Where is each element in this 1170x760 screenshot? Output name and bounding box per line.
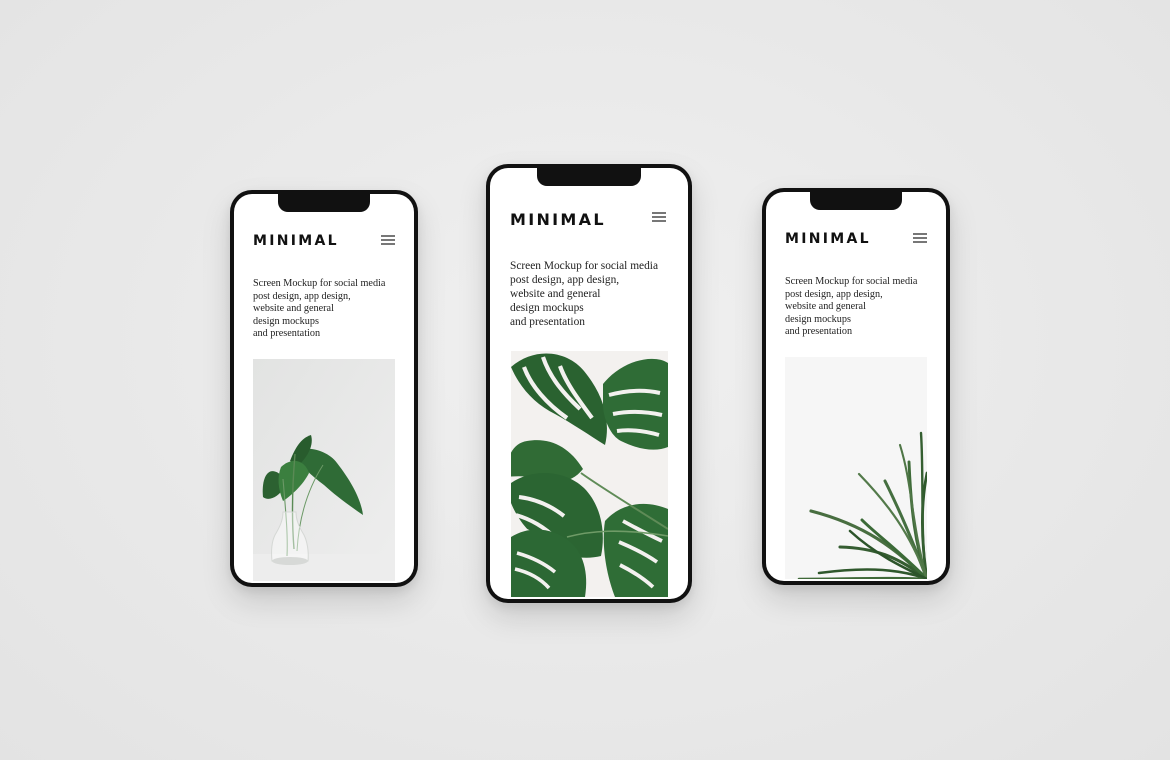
vase-plant-image xyxy=(253,359,395,581)
mockup-stage: MINIMAL Screen Mockup for social media p… xyxy=(0,0,1170,760)
promo-copy: Screen Mockup for social media post desi… xyxy=(785,276,917,339)
brand-logo[interactable]: MINIMAL xyxy=(253,233,339,249)
phone-center-notch xyxy=(537,168,641,186)
copy-line-2: post design, app design, xyxy=(785,288,883,300)
phone-left: MINIMAL Screen Mockup for social media p… xyxy=(230,190,418,587)
copy-line-1: Screen Mockup for social media xyxy=(510,260,659,272)
copy-line-5: and presentation xyxy=(510,316,585,329)
copy-line-4: design mockups xyxy=(785,313,851,325)
promo-copy: Screen Mockup for social media post desi… xyxy=(253,278,385,341)
phone-left-screen: MINIMAL Screen Mockup for social media p… xyxy=(234,194,414,583)
copy-line-1: Screen Mockup for social media xyxy=(253,278,386,289)
phone-right: MINIMAL Screen Mockup for social media p… xyxy=(762,188,950,585)
copy-line-1: Screen Mockup for social media xyxy=(785,276,918,287)
promo-copy: Screen Mockup for social media post desi… xyxy=(510,259,658,329)
copy-line-3: website and general xyxy=(510,288,601,301)
phone-left-notch xyxy=(278,194,370,212)
phone-right-notch xyxy=(810,192,902,210)
copy-line-4: design mockups xyxy=(253,315,319,327)
copy-line-4: design mockups xyxy=(510,302,584,315)
copy-line-2: post design, app design, xyxy=(253,290,351,302)
copy-line-3: website and general xyxy=(785,301,866,313)
copy-line-3: website and general xyxy=(253,303,334,315)
palm-fronds-image xyxy=(785,357,927,579)
hamburger-menu-icon[interactable] xyxy=(381,235,395,246)
phone-center-screen: MINIMAL Screen Mockup for social media p… xyxy=(490,168,688,599)
brand-logo[interactable]: MINIMAL xyxy=(510,210,606,229)
copy-line-5: and presentation xyxy=(785,326,853,338)
monstera-leaves-image xyxy=(511,351,668,597)
hamburger-menu-icon[interactable] xyxy=(913,233,927,244)
phone-right-screen: MINIMAL Screen Mockup for social media p… xyxy=(766,192,946,581)
brand-logo[interactable]: MINIMAL xyxy=(785,231,871,247)
phone-center: MINIMAL Screen Mockup for social media p… xyxy=(486,164,692,603)
copy-line-5: and presentation xyxy=(253,328,321,340)
copy-line-2: post design, app design, xyxy=(510,274,620,287)
hamburger-menu-icon[interactable] xyxy=(652,212,666,223)
